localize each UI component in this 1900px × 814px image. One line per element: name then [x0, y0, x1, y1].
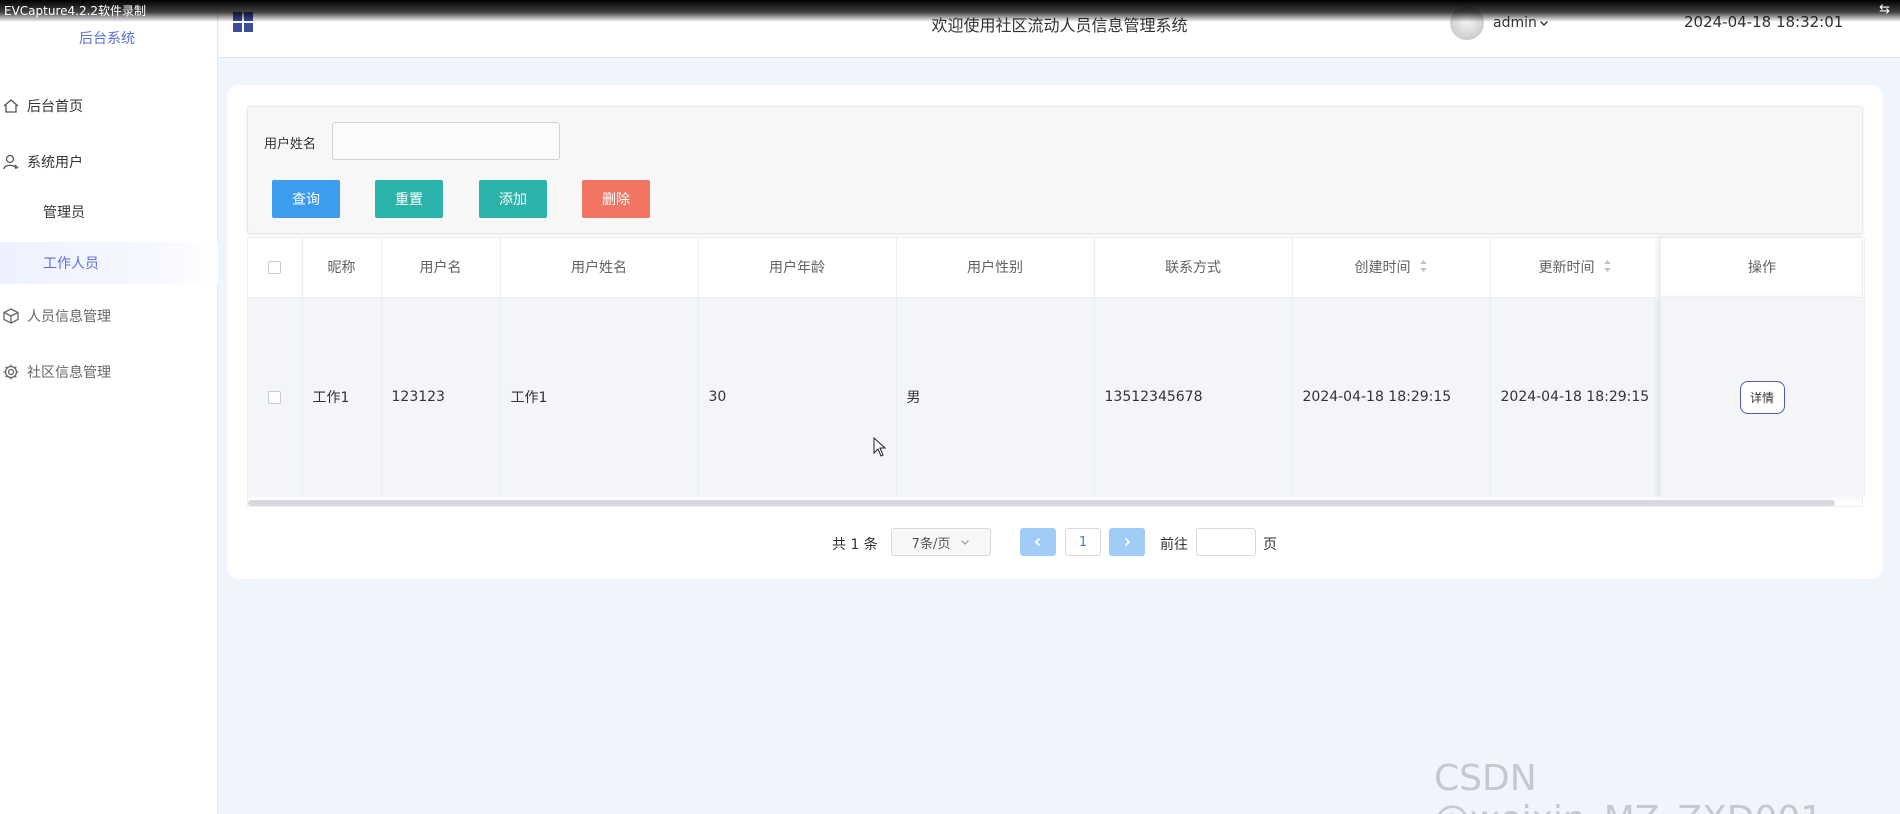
- reset-button[interactable]: 重置: [375, 180, 443, 218]
- sidebar-item-label: 人员信息管理: [27, 309, 111, 325]
- sidebar-item-staff[interactable]: 工作人员: [0, 242, 218, 284]
- sort-caret-icon[interactable]: [1603, 259, 1612, 277]
- data-table: 昵称 用户名 用户姓名 用户年龄 用户性别 联系方式 创建时间 更新时间 操作 …: [247, 237, 1865, 507]
- query-button[interactable]: 查询: [272, 180, 340, 218]
- sidebar-item-community-info[interactable]: 社区信息管理: [0, 352, 218, 392]
- cell-real-name: 工作1: [500, 297, 699, 497]
- user-icon: [0, 153, 22, 171]
- search-label: 用户姓名: [264, 137, 317, 152]
- table-row[interactable]: 工作1 123123 工作1 30 男 13512345678 2024-04-…: [248, 297, 1865, 497]
- table-header-row: 昵称 用户名 用户姓名 用户年龄 用户性别 联系方式 创建时间 更新时间 操作: [248, 238, 1865, 298]
- column-header: 用户性别: [896, 238, 1095, 298]
- search-input[interactable]: [332, 122, 560, 160]
- column-header: 昵称: [302, 238, 382, 298]
- column-header: 操作: [1660, 238, 1865, 298]
- select-all-checkbox[interactable]: [268, 260, 282, 274]
- page-suffix-label: 页: [1263, 537, 1277, 553]
- column-header: 用户名: [381, 238, 501, 298]
- sidebar-item-label: 工作人员: [43, 256, 99, 272]
- gear-icon: [0, 363, 22, 381]
- sidebar-item-admin[interactable]: 管理员: [0, 192, 218, 232]
- column-header: 联系方式: [1094, 238, 1293, 298]
- detail-button[interactable]: 详情: [1739, 380, 1785, 414]
- cell-username: 123123: [381, 297, 501, 497]
- next-page-button[interactable]: [1109, 528, 1145, 556]
- page-number-button[interactable]: 1: [1065, 528, 1101, 556]
- chevron-left-icon: [1034, 537, 1041, 547]
- cell-nickname: 工作1: [302, 297, 382, 497]
- cell-age: 30: [698, 297, 897, 497]
- column-header: 用户年龄: [698, 238, 897, 298]
- cell-created: 2024-04-18 18:29:15: [1292, 297, 1491, 497]
- sidebar-item-label: 后台首页: [27, 99, 83, 115]
- watermark: CSDN @weixin_MZ_ZXD001: [1434, 758, 1823, 814]
- column-header: 用户姓名: [500, 238, 699, 298]
- row-checkbox[interactable]: [268, 390, 282, 404]
- sidebar-item-label: 社区信息管理: [27, 365, 111, 381]
- column-header-sortable[interactable]: 创建时间: [1292, 238, 1491, 298]
- cell-phone: 13512345678: [1094, 297, 1293, 497]
- cell-updated: 2024-04-18 18:29:15: [1490, 297, 1661, 497]
- page-size-select[interactable]: 7条/页: [891, 528, 991, 556]
- prev-page-button[interactable]: [1020, 528, 1056, 556]
- pagination-total: 共 1 条: [832, 537, 878, 553]
- column-header-label: 创建时间: [1354, 260, 1411, 277]
- column-header-label: 更新时间: [1538, 260, 1595, 277]
- cell-actions: 详情: [1660, 297, 1865, 497]
- column-header-sortable[interactable]: 更新时间: [1490, 238, 1661, 298]
- select-all-checkbox-cell[interactable]: [248, 238, 303, 298]
- chevron-down-icon: [961, 540, 970, 545]
- sidebar: 后台系统 后台首页 系统用户 管理员 工作人员 人员信息管理 社区信息管理: [0, 0, 218, 814]
- horizontal-scrollbar[interactable]: [248, 500, 1835, 506]
- box-icon: [0, 307, 22, 325]
- recording-control-icon[interactable]: ⇆: [1879, 2, 1890, 17]
- sidebar-item-label: 管理员: [43, 205, 85, 221]
- sidebar-item-label: 系统用户: [27, 155, 83, 171]
- delete-button[interactable]: 删除: [582, 180, 650, 218]
- sidebar-item-system-users[interactable]: 系统用户: [0, 142, 218, 182]
- sidebar-item-person-info[interactable]: 人员信息管理: [0, 296, 218, 336]
- goto-label: 前往: [1160, 537, 1188, 553]
- sidebar-item-home[interactable]: 后台首页: [0, 86, 218, 126]
- cell-gender: 男: [896, 297, 1095, 497]
- row-checkbox-cell[interactable]: [248, 297, 303, 497]
- home-icon: [0, 97, 22, 115]
- chevron-right-icon: [1124, 537, 1131, 547]
- recording-label: EVCapture4.2.2软件录制: [4, 4, 147, 18]
- recording-overlay: EVCapture4.2.2软件录制 ⇆: [0, 0, 1900, 22]
- mouse-cursor-icon: [873, 437, 887, 457]
- add-button[interactable]: 添加: [479, 180, 547, 218]
- sidebar-brand: 后台系统: [79, 31, 135, 47]
- page-size-value: 7条/页: [911, 536, 951, 552]
- pagination: 共 1 条 7条/页 1 前往 页: [0, 528, 1900, 558]
- sort-caret-icon[interactable]: [1419, 259, 1428, 277]
- goto-page-input[interactable]: [1196, 528, 1256, 556]
